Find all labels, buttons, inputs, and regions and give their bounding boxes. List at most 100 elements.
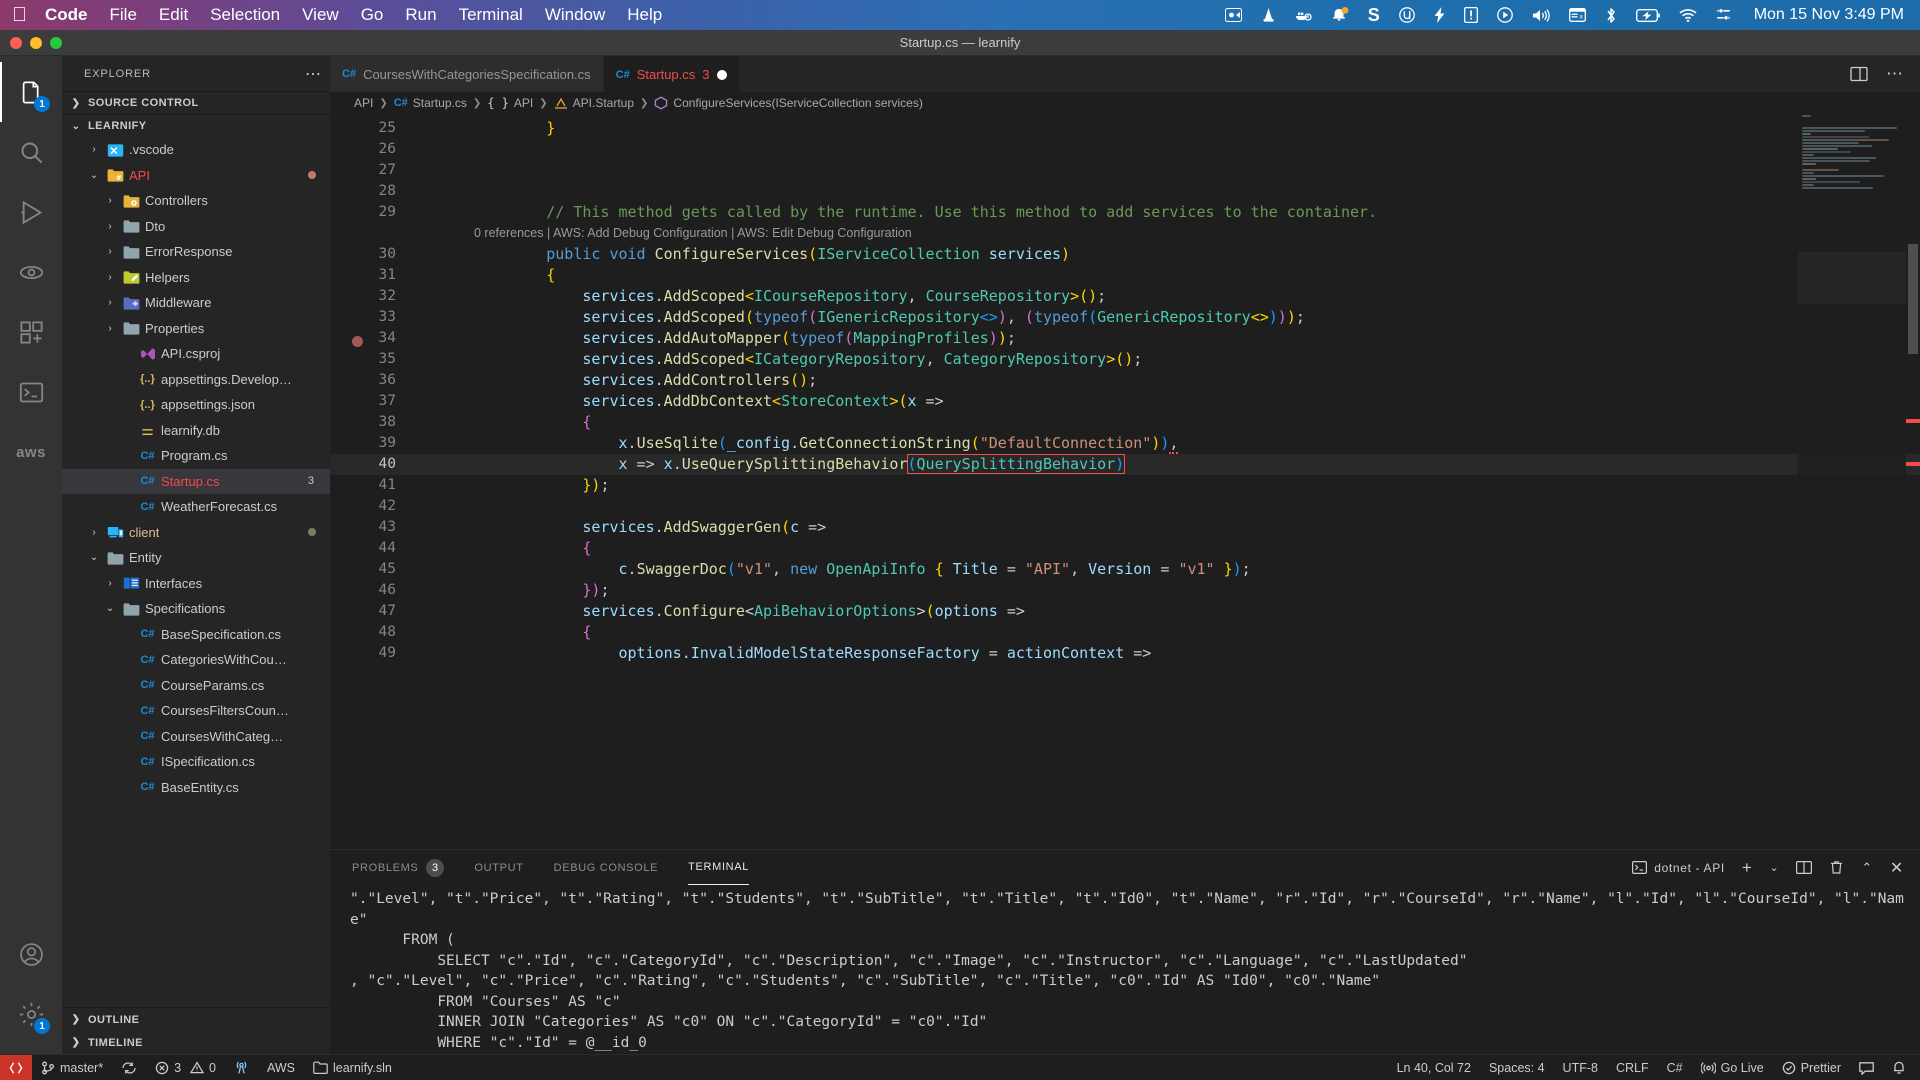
tab-dirty-indicator[interactable] — [716, 69, 727, 80]
line-content[interactable]: services.Configure<ApiBehaviorOptions>(o… — [422, 601, 1920, 622]
sublime-s-icon[interactable]: S — [1368, 6, 1380, 24]
status-eol[interactable]: CRLF — [1607, 1055, 1658, 1080]
tree-item-basespecification-cs[interactable]: C# BaseSpecification.cs — [62, 622, 330, 648]
tree-item-errorresponse[interactable]: › ErrorResponse — [62, 239, 330, 265]
close-panel-icon[interactable]: ✕ — [1890, 858, 1904, 878]
tree-item-client[interactable]: › client — [62, 520, 330, 546]
tab-courseswithcategoriesspecification[interactable]: C# CoursesWithCategoriesSpecification.cs — [330, 56, 604, 92]
menu-item-go[interactable]: Go — [361, 5, 384, 25]
tree-item-middleware[interactable]: › Middleware — [62, 290, 330, 316]
split-editor-icon[interactable] — [1850, 65, 1868, 83]
code-line[interactable]: 45 c.SwaggerDoc("v1", new OpenApiInfo { … — [330, 559, 1920, 580]
status-prettier[interactable]: Prettier — [1773, 1055, 1850, 1080]
code-line[interactable]: 42 — [330, 496, 1920, 517]
line-content[interactable] — [422, 139, 1920, 160]
menu-item-window[interactable]: Window — [545, 5, 605, 25]
code-line[interactable]: 25 } — [330, 118, 1920, 139]
panel-tab-output[interactable]: OUTPUT — [474, 862, 523, 874]
volume-icon[interactable] — [1532, 8, 1550, 23]
activitybar-item-manage-settings[interactable]: 1 — [0, 984, 62, 1044]
line-content[interactable]: { — [422, 622, 1920, 643]
code-line[interactable]: 46 }); — [330, 580, 1920, 601]
chevron-right-icon[interactable]: › — [102, 195, 118, 206]
tree-item-controllers[interactable]: › Controllers — [62, 188, 330, 214]
code-editor[interactable]: 25 } 26 27 28 29 // This method gets call… — [330, 114, 1920, 849]
chevron-right-icon[interactable]: › — [102, 221, 118, 232]
terminal-selector[interactable]: dotnet - API — [1632, 861, 1725, 875]
menu-item-view[interactable]: View — [302, 5, 339, 25]
notification-bell-icon[interactable] — [1331, 7, 1349, 23]
code-line[interactable]: 44 { — [330, 538, 1920, 559]
tree-item-categorieswithcou-[interactable]: C# CategoriesWithCou… — [62, 647, 330, 673]
code-line[interactable]: 32 services.AddScoped<ICourseRepository,… — [330, 286, 1920, 307]
menu-item-terminal[interactable]: Terminal — [459, 5, 523, 25]
code-line[interactable]: 29 // This method gets called by the run… — [330, 202, 1920, 223]
window-list-icon[interactable]: x — [1568, 8, 1586, 22]
line-content[interactable]: { — [422, 265, 1920, 286]
code-line[interactable]: 41 }); — [330, 475, 1920, 496]
line-content[interactable]: options.InvalidModelStateResponseFactory… — [422, 643, 1920, 664]
panel-tab-problems[interactable]: PROBLEMS 3 — [352, 858, 445, 877]
code-line[interactable]: 48 { — [330, 622, 1920, 643]
status-feedback[interactable] — [1850, 1055, 1883, 1080]
vlc-cone-icon[interactable] — [1261, 7, 1276, 23]
chevron-right-icon[interactable]: › — [86, 527, 102, 538]
tree-item-baseentity-cs[interactable]: C# BaseEntity.cs — [62, 775, 330, 801]
breadcrumb-item-method[interactable]: ConfigureServices(IServiceCollection ser… — [654, 96, 923, 110]
line-content[interactable]: services.AddScoped<ICourseRepository, Co… — [422, 286, 1920, 307]
line-content[interactable]: } — [422, 118, 1920, 139]
status-encoding[interactable]: UTF-8 — [1554, 1055, 1607, 1080]
line-content[interactable]: }); — [422, 580, 1920, 601]
utorrent-icon[interactable] — [1398, 7, 1415, 23]
status-go-live[interactable]: Go Live — [1692, 1055, 1773, 1080]
line-content[interactable]: services.AddScoped<ICategoryRepository, … — [422, 349, 1920, 370]
activitybar-item-run-and-debug[interactable] — [0, 182, 62, 242]
panel-tab-terminal[interactable]: TERMINAL — [688, 850, 750, 885]
kill-terminal-icon[interactable] — [1829, 860, 1844, 875]
tree-item-properties[interactable]: › Properties — [62, 316, 330, 342]
chevron-right-icon[interactable]: › — [102, 578, 118, 589]
maximize-panel-icon[interactable]: ⌃ — [1861, 860, 1873, 876]
tab-startup[interactable]: C# Startup.cs 3 — [603, 56, 740, 92]
tree-item-appsettings-develop-[interactable]: {..} appsettings.Develop… — [62, 367, 330, 393]
code-line[interactable]: 35 services.AddScoped<ICategoryRepositor… — [330, 349, 1920, 370]
chevron-down-icon[interactable]: ⌄ — [86, 552, 102, 563]
chevron-right-icon[interactable]: › — [86, 144, 102, 155]
line-content[interactable] — [422, 181, 1920, 202]
chevron-down-icon[interactable]: ⌄ — [1769, 861, 1779, 874]
activitybar-item-remote-explorer[interactable] — [0, 242, 62, 302]
sidebar-section-outline[interactable]: ❯ OUTLINE — [62, 1008, 330, 1031]
minimap[interactable] — [1798, 114, 1906, 849]
scrollbar-thumb[interactable] — [1908, 244, 1918, 354]
tree-item-courseswithcateg-[interactable]: C# CoursesWithCateg… — [62, 724, 330, 750]
bluetooth-icon[interactable] — [1605, 7, 1617, 24]
chevron-right-icon[interactable]: › — [102, 272, 118, 283]
sidebar-section-learnify[interactable]: ⌄ LEARNIFY — [62, 114, 330, 137]
tree-item-ispecification-cs[interactable]: C# ISpecification.cs — [62, 749, 330, 775]
battery-charging-icon[interactable] — [1635, 8, 1660, 22]
breadcrumb-item-startup-file[interactable]: C# Startup.cs — [394, 96, 467, 110]
code-lens[interactable]: 0 references | AWS: Add Debug Configurat… — [330, 223, 1920, 244]
tree-item--vscode[interactable]: › .vscode — [62, 137, 330, 163]
file-tree[interactable]: › .vscode ⌄ # API › Controllers › Dto › ErrorRespo… — [62, 137, 330, 1007]
tree-item-program-cs[interactable]: C# Program.cs — [62, 443, 330, 469]
terminal-output[interactable]: "."Level", "t"."Price", "t"."Rating", "t… — [330, 885, 1920, 1054]
play-circle-icon[interactable] — [1496, 7, 1513, 23]
panel-tab-debug-console[interactable]: DEBUG CONSOLE — [554, 862, 659, 874]
menu-item-code[interactable]: Code — [45, 5, 88, 25]
wifi-icon[interactable] — [1679, 8, 1697, 22]
menu-bar-clock[interactable]: Mon 15 Nov 3:49 PM — [1754, 6, 1904, 24]
ellipsis-icon[interactable]: ⋯ — [305, 64, 322, 84]
status-sync[interactable] — [112, 1055, 146, 1080]
status-indentation[interactable]: Spaces: 4 — [1480, 1055, 1554, 1080]
sidebar-section-source-control[interactable]: ❯ SOURCE CONTROL — [62, 91, 330, 114]
new-terminal-icon[interactable]: + — [1742, 858, 1753, 878]
code-line[interactable]: 39 x.UseSqlite(_config.GetConnectionStri… — [330, 433, 1920, 454]
line-content[interactable] — [422, 496, 1920, 517]
lightning-icon[interactable] — [1434, 7, 1445, 23]
sidebar-section-timeline[interactable]: ❯ TIMELINE — [62, 1031, 330, 1054]
menu-item-file[interactable]: File — [110, 5, 137, 25]
code-line[interactable]: 26 — [330, 139, 1920, 160]
line-content[interactable]: services.AddControllers(); — [422, 370, 1920, 391]
tree-item-appsettings-json[interactable]: {..} appsettings.json — [62, 392, 330, 418]
